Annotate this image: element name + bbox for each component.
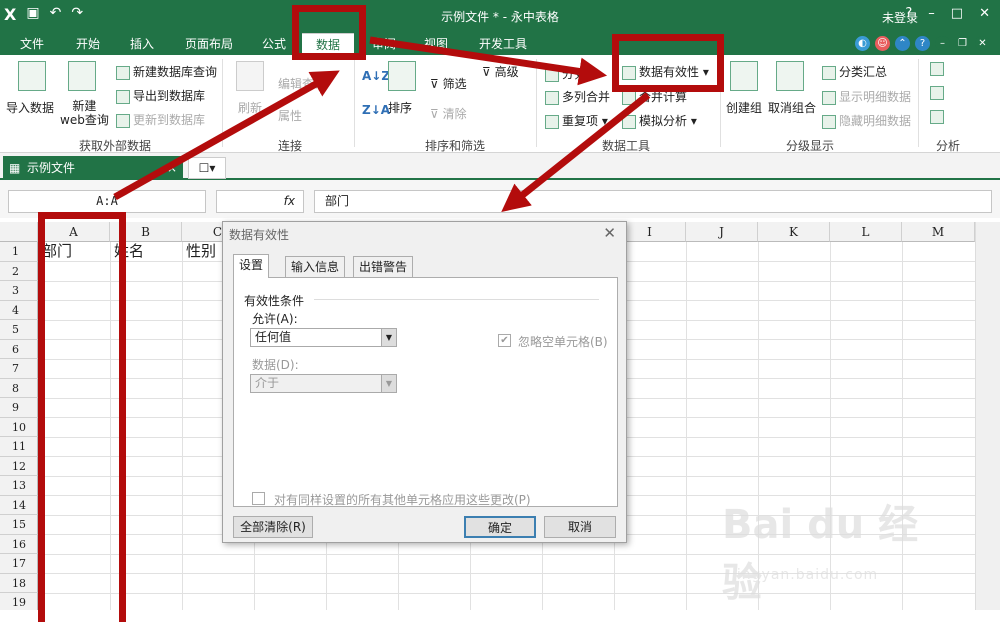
arrow-to-data-tab <box>113 70 340 201</box>
arrow-to-dialog <box>501 92 651 212</box>
arrow-to-validation <box>369 36 608 86</box>
annotation-arrows <box>113 36 651 212</box>
tab-settings[interactable]: 设置 <box>233 254 270 278</box>
